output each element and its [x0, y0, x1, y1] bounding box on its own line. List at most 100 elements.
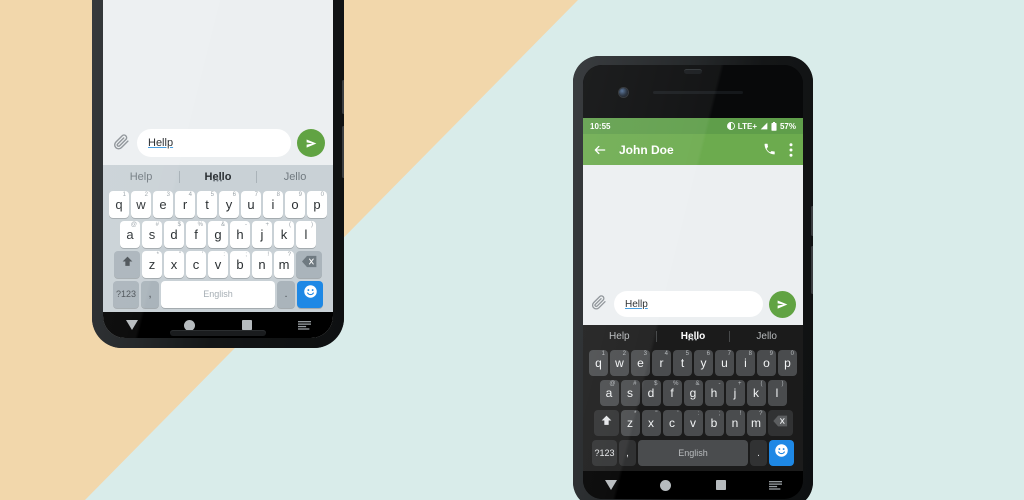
- key-b[interactable]: ; b: [230, 250, 250, 278]
- key-t[interactable]: 5 t: [673, 350, 692, 376]
- key-z[interactable]: * z: [142, 250, 162, 278]
- key-w[interactable]: 2 w: [610, 350, 629, 376]
- recents-square-icon[interactable]: [227, 320, 267, 330]
- shift-key[interactable]: [114, 250, 140, 278]
- left-message-input[interactable]: Hellp: [137, 129, 291, 157]
- key-i[interactable]: 8 i: [263, 190, 283, 218]
- key-n[interactable]: ! n: [725, 410, 745, 436]
- key-t-hint: 5: [685, 351, 689, 357]
- left-suggestion-2[interactable]: Jello: [257, 171, 333, 183]
- left-suggestion-0[interactable]: Help: [103, 171, 179, 183]
- key-j[interactable]: + j: [252, 220, 272, 248]
- key-r-hint: 4: [188, 191, 192, 198]
- key-w[interactable]: 2 w: [131, 190, 151, 218]
- key-p[interactable]: 0 p: [778, 350, 797, 376]
- key-v[interactable]: : v: [683, 410, 703, 436]
- comma-key[interactable]: ,: [619, 440, 636, 466]
- symbols-key[interactable]: ?123: [113, 280, 139, 308]
- space-key[interactable]: English: [161, 280, 275, 308]
- home-circle-icon[interactable]: [169, 319, 209, 331]
- key-q-label: q: [115, 196, 123, 212]
- key-z[interactable]: * z: [620, 410, 640, 436]
- paperclip-icon[interactable]: [111, 133, 131, 154]
- home-circle-icon[interactable]: [647, 479, 685, 491]
- right-suggestion-2[interactable]: Jello: [730, 331, 803, 342]
- right-suggestion-1[interactable]: Hello •••: [657, 331, 730, 344]
- key-j[interactable]: + j: [725, 380, 745, 406]
- keyboard-hide-triangle-icon[interactable]: [592, 480, 630, 490]
- key-x[interactable]: " x: [641, 410, 661, 436]
- left-suggestion-1[interactable]: Hello •••: [180, 171, 256, 185]
- paperclip-icon[interactable]: [590, 294, 608, 315]
- key-o[interactable]: 9 o: [285, 190, 305, 218]
- key-s[interactable]: # s: [142, 220, 162, 248]
- key-i[interactable]: 8 i: [736, 350, 755, 376]
- key-d[interactable]: $ d: [164, 220, 184, 248]
- key-m[interactable]: ? m: [746, 410, 766, 436]
- key-f[interactable]: % f: [662, 380, 682, 406]
- phone-left-fingerprint-sensor[interactable]: [170, 330, 266, 336]
- phone-call-icon[interactable]: [763, 143, 776, 156]
- key-k[interactable]: ( k: [746, 380, 766, 406]
- key-r[interactable]: 4 r: [652, 350, 671, 376]
- key-e[interactable]: 3 e: [153, 190, 173, 218]
- key-t[interactable]: 5 t: [197, 190, 217, 218]
- key-c[interactable]: ' c: [186, 250, 206, 278]
- right-send-button[interactable]: [769, 290, 796, 318]
- key-n[interactable]: ! n: [252, 250, 272, 278]
- keyboard-switch-icon[interactable]: [284, 320, 324, 330]
- phone-left-volume-button[interactable]: [342, 126, 344, 178]
- key-q[interactable]: 1 q: [589, 350, 608, 376]
- right-message-input[interactable]: Hellp: [614, 291, 763, 317]
- more-vertical-icon[interactable]: [789, 142, 793, 157]
- key-g[interactable]: & g: [683, 380, 703, 406]
- key-l[interactable]: ) l: [767, 380, 787, 406]
- key-u[interactable]: 7 u: [715, 350, 734, 376]
- key-f[interactable]: % f: [186, 220, 206, 248]
- key-h[interactable]: - h: [704, 380, 724, 406]
- key-p[interactable]: 0 p: [307, 190, 327, 218]
- key-y[interactable]: 6 y: [219, 190, 239, 218]
- emoji-key[interactable]: [769, 440, 794, 466]
- key-m[interactable]: ? m: [274, 250, 294, 278]
- comma-key[interactable]: ,: [141, 280, 159, 308]
- key-o[interactable]: 9 o: [757, 350, 776, 376]
- key-y[interactable]: 6 y: [694, 350, 713, 376]
- period-key[interactable]: .: [750, 440, 767, 466]
- key-a[interactable]: @ a: [120, 220, 140, 248]
- key-c[interactable]: ' c: [662, 410, 682, 436]
- period-key[interactable]: .: [277, 280, 295, 308]
- phone-right-volume-button[interactable]: [811, 246, 813, 294]
- key-q-hint: 1: [601, 351, 605, 357]
- phone-left-power-button[interactable]: [342, 80, 344, 114]
- key-l[interactable]: ) l: [296, 220, 316, 248]
- right-suggestion-0[interactable]: Help: [583, 331, 656, 342]
- left-send-button[interactable]: [297, 129, 325, 157]
- space-key[interactable]: English: [638, 440, 748, 466]
- symbols-key[interactable]: ?123: [592, 440, 617, 466]
- key-b[interactable]: ; b: [704, 410, 724, 436]
- key-v[interactable]: : v: [208, 250, 228, 278]
- backspace-key[interactable]: [296, 250, 322, 278]
- key-s[interactable]: # s: [620, 380, 640, 406]
- backspace-key[interactable]: [767, 410, 793, 436]
- key-d[interactable]: $ d: [641, 380, 661, 406]
- key-q[interactable]: 1 q: [109, 190, 129, 218]
- shift-key[interactable]: [593, 410, 619, 436]
- key-r[interactable]: 4 r: [175, 190, 195, 218]
- emoji-key[interactable]: [297, 280, 323, 308]
- key-e[interactable]: 3 e: [631, 350, 650, 376]
- key-h[interactable]: - h: [230, 220, 250, 248]
- keyboard-hide-triangle-icon[interactable]: [112, 320, 152, 330]
- key-k[interactable]: ( k: [274, 220, 294, 248]
- phone-right-power-button[interactable]: [811, 206, 813, 236]
- right-chat-message-area[interactable]: [583, 165, 803, 283]
- key-u[interactable]: 7 u: [241, 190, 261, 218]
- keyboard-switch-icon[interactable]: [757, 480, 795, 490]
- key-a[interactable]: @ a: [599, 380, 619, 406]
- recents-square-icon[interactable]: [702, 480, 740, 490]
- key-x[interactable]: " x: [164, 250, 184, 278]
- arrow-back-icon[interactable]: [593, 143, 607, 157]
- left-chat-message-area[interactable]: [103, 0, 333, 121]
- key-g[interactable]: & g: [208, 220, 228, 248]
